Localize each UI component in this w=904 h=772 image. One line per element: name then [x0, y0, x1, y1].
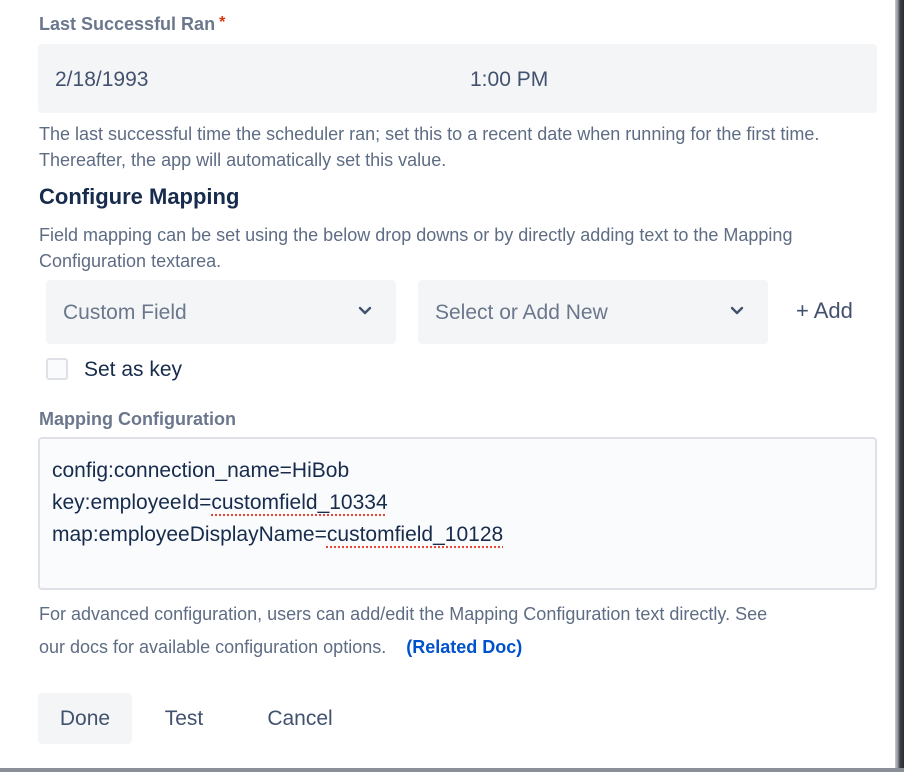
advanced-config-help-text: For advanced configuration, users can ad… [39, 604, 768, 657]
config-line: key:employeeId=customfield_10334 [52, 491, 388, 514]
last-run-datetime-picker: 2/18/1993 1:00 PM [38, 44, 877, 113]
last-run-help-text: The last successful time the scheduler r… [39, 124, 820, 170]
mapping-configuration-textarea[interactable]: config:connection_name=HiBob key:employe… [38, 437, 877, 590]
chevron-down-icon [730, 306, 744, 315]
custom-field-select-value: Custom Field [63, 301, 187, 324]
test-button[interactable]: Test [146, 693, 222, 744]
value-select[interactable]: Select or Add New [418, 280, 768, 344]
last-run-label: Last Successful Ran * [39, 14, 226, 34]
time-input[interactable]: 1:00 PM [470, 68, 548, 92]
custom-field-select[interactable]: Custom Field [46, 280, 396, 344]
date-input[interactable]: 2/18/1993 [55, 68, 148, 92]
value-select-placeholder: Select or Add New [435, 301, 608, 324]
done-button[interactable]: Done [38, 693, 132, 744]
window-bottom-edge [0, 768, 904, 772]
configure-mapping-title: Configure Mapping [39, 184, 240, 209]
mapping-configuration-label: Mapping Configuration [39, 409, 236, 429]
config-line: config:connection_name=HiBob [52, 459, 350, 482]
chevron-down-icon [358, 306, 372, 315]
cancel-button[interactable]: Cancel [250, 693, 350, 744]
window-edge [895, 0, 904, 772]
related-doc-link[interactable]: (Related Doc) [406, 637, 522, 657]
mapping-settings-dialog: Last Successful Ran * 2/18/1993 1:00 PM T… [0, 0, 904, 772]
required-asterisk: * [219, 14, 226, 31]
set-as-key-checkbox[interactable] [46, 358, 68, 380]
set-as-key-label: Set as key [84, 358, 183, 381]
mapping-help-text: Field mapping can be set using the below… [39, 225, 793, 271]
config-line: map:employeeDisplayName=customfield_1012… [52, 523, 504, 546]
add-mapping-button[interactable]: + Add [790, 296, 859, 326]
